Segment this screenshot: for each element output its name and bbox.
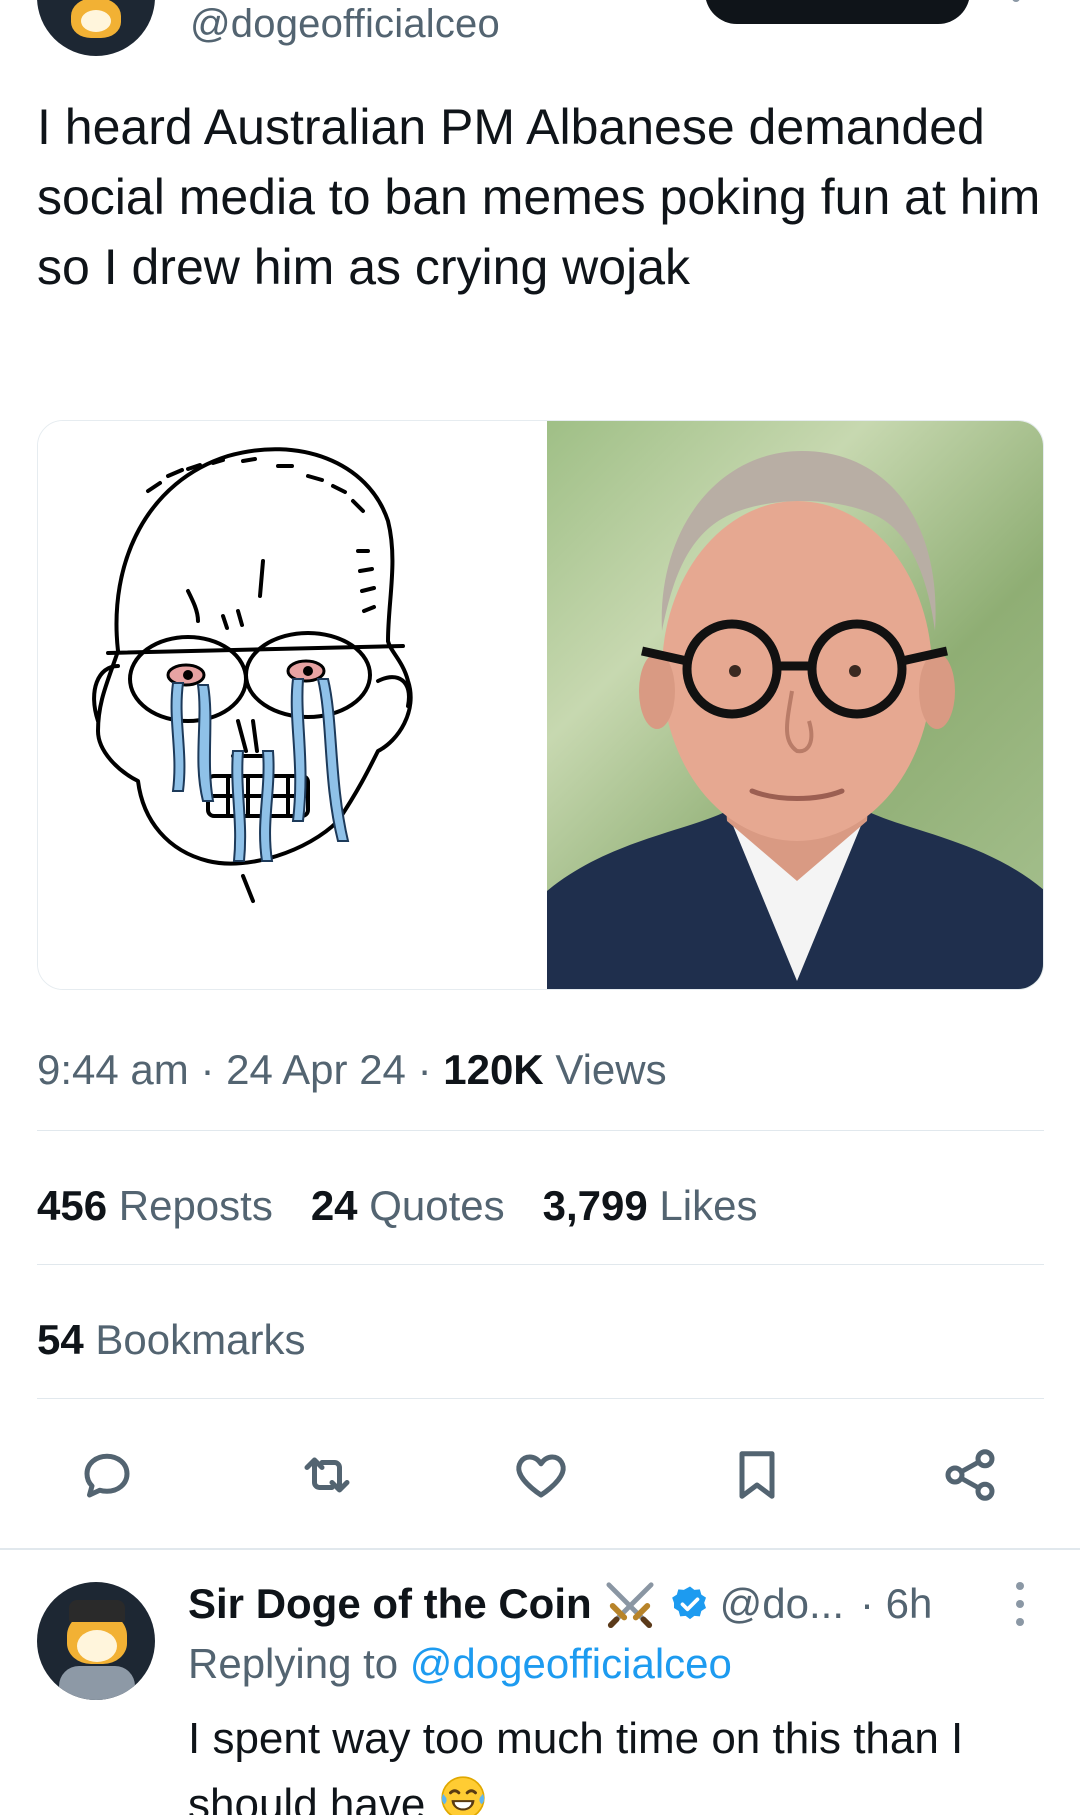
reposts-stat[interactable]: 456 Reposts: [37, 1182, 273, 1230]
more-options-icon[interactable]: [1012, 0, 1020, 2]
verified-badge-icon: [670, 1584, 710, 1624]
subscribe-button[interactable]: [705, 0, 970, 24]
reply-more-options-icon[interactable]: [1016, 1582, 1026, 1626]
reply-author-handle[interactable]: @do...: [720, 1580, 844, 1628]
divider: [0, 1548, 1080, 1550]
crossed-swords-icon: [600, 1579, 660, 1629]
divider: [37, 1398, 1044, 1399]
divider: [37, 1264, 1044, 1265]
author-avatar[interactable]: [37, 0, 155, 56]
bookmarks-stat[interactable]: 54 Bookmarks: [37, 1316, 305, 1364]
reply-icon[interactable]: [72, 1440, 142, 1510]
bookmark-icon[interactable]: [722, 1440, 792, 1510]
share-icon[interactable]: [935, 1440, 1005, 1510]
tweet-time: 9:44 am: [37, 1046, 189, 1093]
albanese-photo-image[interactable]: [547, 421, 1043, 989]
replying-to: Replying to @dogeofficialceo: [188, 1640, 732, 1687]
tweet-media[interactable]: [37, 420, 1044, 990]
wojak-drawing-image[interactable]: [38, 421, 534, 989]
engagement-stats: 456 Reposts 24 Quotes 3,799 Likes: [37, 1182, 757, 1230]
laughing-tears-emoji-icon: [438, 1773, 488, 1815]
reply-header: Sir Doge of the Coin @do... · 6h: [188, 1574, 932, 1634]
tweet-author-header: @dogeofficialceo: [0, 0, 1080, 70]
tweet-timestamp-views: 9:44 am · 24 Apr 24 · 120K Views: [37, 1046, 667, 1093]
views-count: 120K: [443, 1046, 544, 1093]
views-label: Views: [555, 1046, 667, 1093]
quotes-stat[interactable]: 24 Quotes: [311, 1182, 505, 1230]
tweet-action-bar: [0, 1440, 1080, 1510]
author-handle[interactable]: @dogeofficialceo: [190, 2, 500, 47]
reply-text: I spent way too much time on this than I…: [188, 1706, 1048, 1815]
reply-time[interactable]: · 6h: [860, 1580, 932, 1628]
divider: [37, 1130, 1044, 1131]
replying-to-handle[interactable]: @dogeofficialceo: [410, 1640, 732, 1687]
reply-author-name[interactable]: Sir Doge of the Coin: [188, 1580, 592, 1628]
tweet-date: 24 Apr 24: [226, 1046, 406, 1093]
likes-stat[interactable]: 3,799 Likes: [543, 1182, 758, 1230]
repost-icon[interactable]: [292, 1440, 362, 1510]
like-icon[interactable]: [506, 1440, 576, 1510]
reply-author-avatar[interactable]: [37, 1582, 155, 1700]
tweet-text: I heard Australian PM Albanese demanded …: [37, 99, 1041, 295]
